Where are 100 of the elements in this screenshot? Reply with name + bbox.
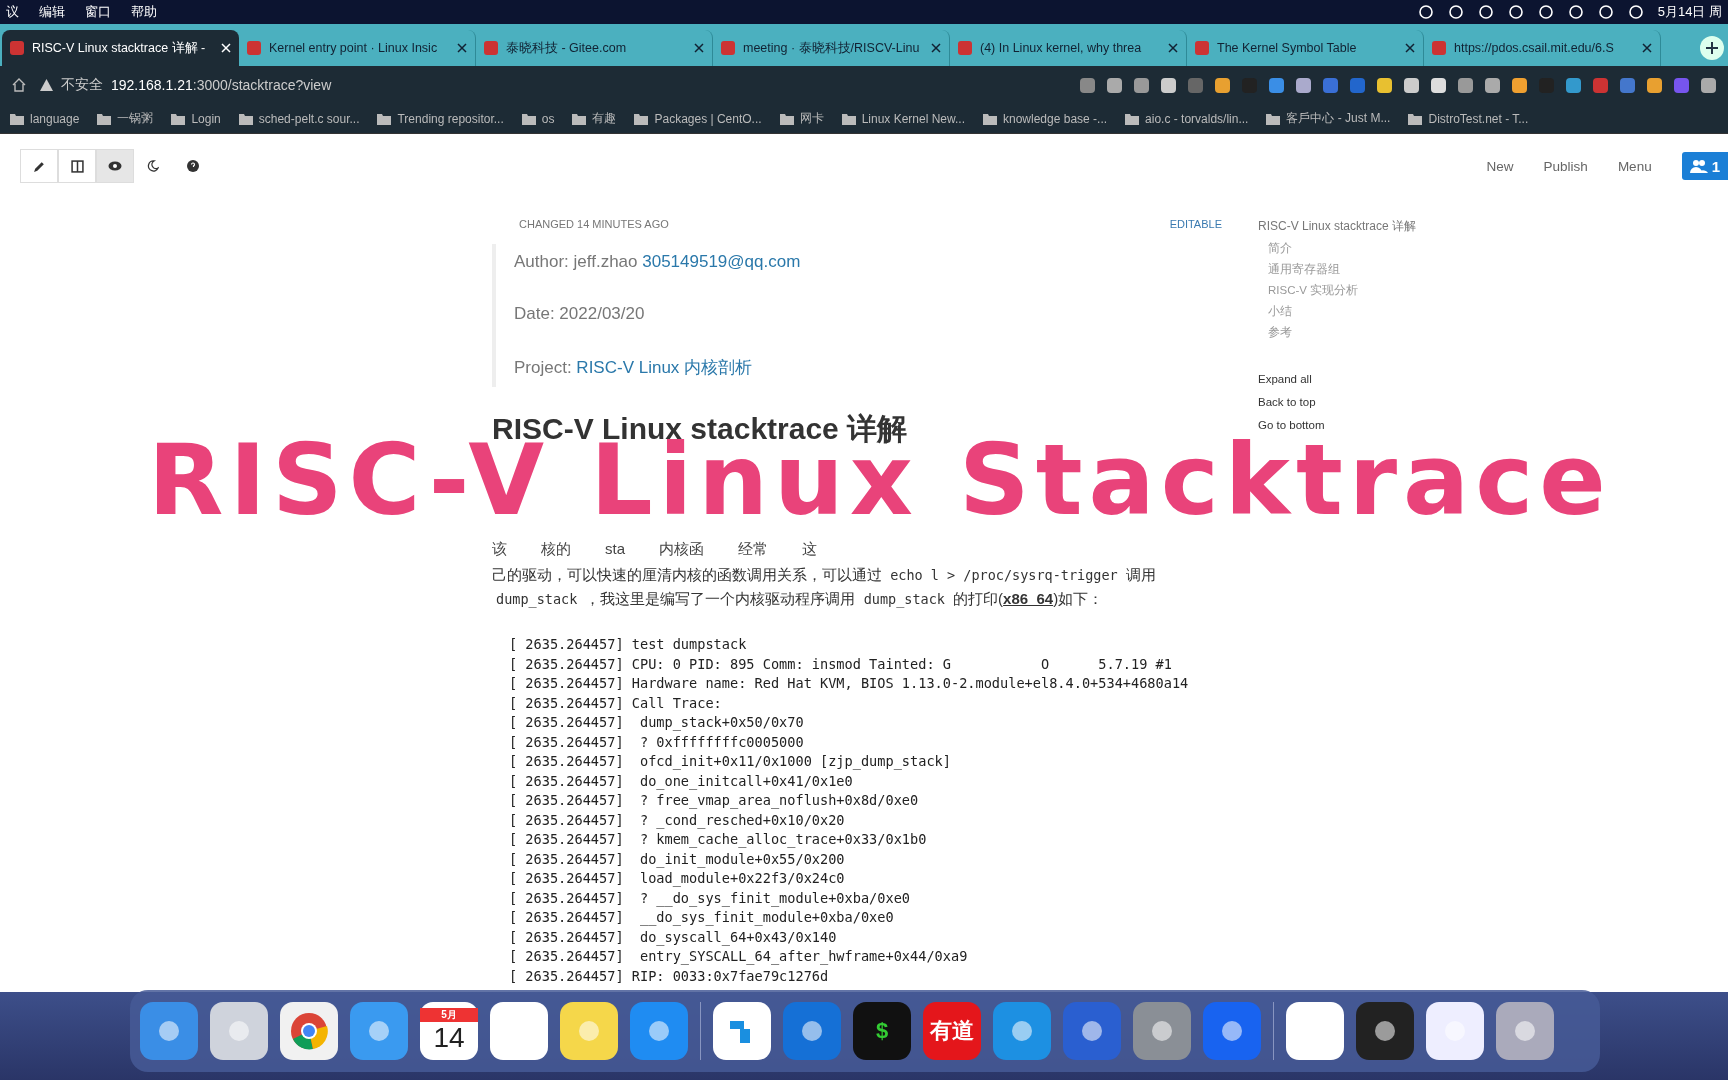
status-icon[interactable] <box>1477 4 1494 20</box>
code-line: [ 2635.264457] __do_sys_finit_module+0xba/0xe0 <box>509 908 895 928</box>
bookmark[interactable]: os <box>521 111 555 126</box>
extension-icon[interactable] <box>1161 77 1176 93</box>
status-icon[interactable] <box>1507 4 1524 20</box>
online-users-button[interactable]: 1 <box>1681 152 1728 180</box>
url-text[interactable]: 192.168.1.21:3000/stacktrace?view <box>111 77 332 93</box>
meta-link[interactable]: RISC-V Linux 内核剖析 <box>576 358 753 377</box>
home-icon[interactable] <box>12 78 26 92</box>
toc-link[interactable]: Back to top <box>1258 396 1417 408</box>
status-icon[interactable] <box>1567 4 1584 20</box>
extension-icon[interactable] <box>1485 77 1500 93</box>
code-line: [ 2635.264457] do_syscall_64+0x43/0x140 <box>509 927 838 947</box>
eye-icon <box>108 161 122 171</box>
youdao-dock-icon[interactable]: 有道 <box>923 1002 981 1060</box>
toc-title[interactable]: RISC-V Linux stacktrace 详解 <box>1258 218 1417 235</box>
meta-line: Author: jeff.zhao 305149519@qq.com <box>514 252 802 272</box>
folder-icon <box>1125 112 1140 125</box>
calendar-dock-icon[interactable]: 5月 14 <box>420 1002 478 1060</box>
favicon-icon <box>1432 41 1446 55</box>
split-mode-button[interactable] <box>58 149 96 183</box>
toolbar-link[interactable]: Publish <box>1543 158 1588 174</box>
bookmark[interactable]: 客戶中心 - Just M... <box>1266 110 1391 127</box>
folder-icon <box>572 112 587 125</box>
extension-icon[interactable] <box>1215 77 1230 93</box>
toc-link[interactable]: Go to bottom <box>1258 419 1417 431</box>
bookmark[interactable]: Trending repositor... <box>377 111 504 126</box>
extension-icon[interactable] <box>1566 77 1581 93</box>
bookmark[interactable]: Login <box>171 111 221 126</box>
code-line: [ 2635.264457] ? __do_sys_finit_module+0xba/0xe0 <box>509 888 912 908</box>
status-icon[interactable] <box>1447 4 1464 20</box>
browser-tab[interactable]: RISC-V Linux stacktrace 详解 - <box>2 30 239 66</box>
bookmark[interactable]: Linux Kernel New... <box>841 111 965 126</box>
columns-icon <box>70 159 84 173</box>
status-icon[interactable] <box>1537 4 1554 20</box>
meta-link[interactable]: 305149519@qq.com <box>642 252 801 271</box>
favicon-icon <box>484 41 498 55</box>
calendar-month: 5月 <box>420 1008 478 1022</box>
toolbar-link[interactable]: Menu <box>1617 158 1652 174</box>
code-line: [ 2635.264457] ofcd_init+0x11/0x1000 [zjp_dump_stack] <box>509 752 952 772</box>
edit-mode-button[interactable] <box>20 149 58 183</box>
folder-icon <box>171 112 186 125</box>
bookmark[interactable]: Packages | CentO... <box>634 111 762 126</box>
menu-item[interactable]: 帮助 <box>131 3 157 21</box>
code-line: [ 2635.264457] RIP: 0033:0x7fae79c1276d <box>509 966 830 986</box>
favicon-icon <box>721 41 735 55</box>
close-icon[interactable] <box>457 43 467 53</box>
terminal-dock-icon[interactable]: $ <box>853 1002 911 1060</box>
status-icon[interactable] <box>1627 4 1644 20</box>
pencil-icon <box>32 159 46 173</box>
bookmark[interactable]: 网卡 <box>779 110 824 127</box>
bookmark[interactable]: sched-pelt.c sour... <box>238 111 360 126</box>
code-line: [ 2635.264457] ? free_vmap_area_noflush+0x8d/0xe0 <box>509 791 920 811</box>
favicon-icon <box>10 41 24 55</box>
extension-icon[interactable] <box>1269 77 1284 93</box>
close-icon[interactable] <box>1168 43 1178 53</box>
menu-item[interactable]: 窗口 <box>85 3 111 21</box>
text-fragment: 内核函 <box>659 540 704 559</box>
extension-icon[interactable] <box>1296 77 1311 93</box>
menu-item[interactable]: 编辑 <box>39 3 65 21</box>
close-icon[interactable] <box>694 43 704 53</box>
code-line: [ 2635.264457] Hardware name: Red Hat KVM, BIOS 1.13.0-2.module+el8.4.0+534+4680a14 <box>509 674 1190 693</box>
toc-link[interactable]: Expand all <box>1258 373 1417 385</box>
chrome-dock-icon[interactable] <box>280 1002 338 1060</box>
view-mode-button[interactable] <box>96 149 134 183</box>
code-line: [ 2635.264457] dump_stack+0x50/0x70 <box>509 713 805 733</box>
close-icon[interactable] <box>1405 43 1415 53</box>
folder-icon <box>10 112 24 125</box>
app-label: 有道 <box>930 1017 974 1045</box>
close-icon[interactable] <box>1642 43 1652 53</box>
extension-icon[interactable] <box>1377 77 1392 93</box>
menu-item[interactable]: 议 <box>6 3 19 21</box>
bookmark[interactable]: DistroTest.net - T... <box>1408 111 1529 126</box>
text-fragment: 核的 <box>541 540 571 559</box>
extension-icon[interactable] <box>1458 77 1473 93</box>
bookmark[interactable]: 有趣 <box>572 110 617 127</box>
extension-icon[interactable] <box>1134 77 1149 93</box>
bookmark[interactable]: language <box>10 111 80 126</box>
extension-icon[interactable] <box>1512 77 1527 93</box>
folder-icon <box>983 112 997 125</box>
text-fragment: 该 <box>492 540 507 559</box>
status-icon[interactable] <box>1597 4 1614 20</box>
extension-icon[interactable] <box>1107 77 1122 93</box>
extension-icon[interactable] <box>1701 77 1716 93</box>
extension-icon[interactable] <box>1431 77 1446 93</box>
menu-clock[interactable]: 5月14日 周 <box>1657 3 1722 21</box>
extension-icon[interactable] <box>1404 77 1419 93</box>
toolbar-link[interactable]: New <box>1486 158 1514 174</box>
new-tab-button[interactable] <box>1700 36 1724 60</box>
folder-icon <box>1266 112 1281 125</box>
users-icon <box>1689 159 1708 173</box>
extension-icon[interactable] <box>1647 77 1662 93</box>
permission-dropdown[interactable]: EDITABLE <box>1169 218 1222 230</box>
folder-icon <box>521 112 536 125</box>
close-icon[interactable] <box>931 43 941 53</box>
status-icon[interactable] <box>1417 4 1434 20</box>
bookmark[interactable]: 一锅粥 <box>97 110 154 127</box>
bookmark[interactable]: knowledge base -... <box>983 111 1108 126</box>
tiles-dock-icon[interactable] <box>713 1002 771 1060</box>
bookmark[interactable]: aio.c - torvalds/lin... <box>1125 111 1249 126</box>
